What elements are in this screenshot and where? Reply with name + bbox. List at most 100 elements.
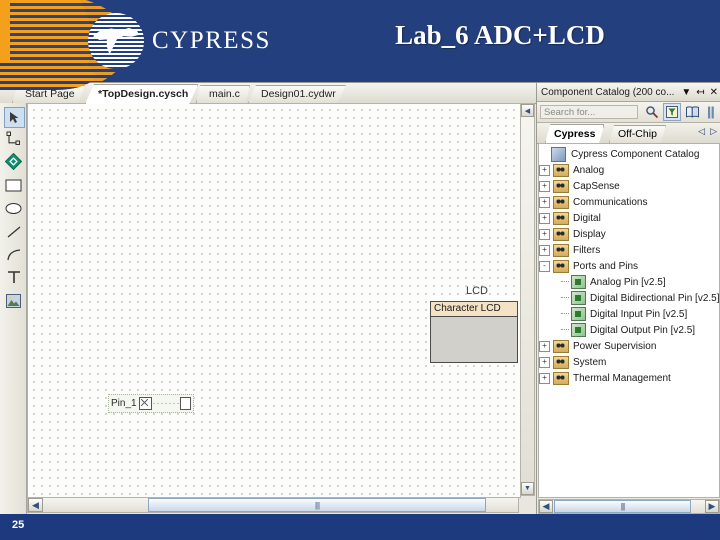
folder-icon: [553, 163, 569, 177]
folder-icon: [553, 339, 569, 353]
expander-icon[interactable]: +: [539, 196, 550, 208]
tree-line: [561, 329, 569, 331]
tree-item-label: Ports and Pins: [573, 260, 639, 272]
expander-icon[interactable]: +: [539, 180, 550, 192]
tree-item-label: Thermal Management: [573, 372, 671, 384]
arc-tool-button[interactable]: [4, 245, 23, 264]
tree-item-label: System: [573, 356, 607, 368]
tab-cypress[interactable]: Cypress: [545, 124, 605, 143]
rectangle-tool-button[interactable]: [4, 176, 23, 195]
component-tool-button[interactable]: [4, 152, 23, 171]
tree-item-label: Cypress Component Catalog: [571, 148, 700, 160]
catalog-hscroll-right-button[interactable]: ▶: [705, 500, 719, 513]
schematic-canvas[interactable]: LCD Character LCD Pin_1: [27, 103, 521, 498]
component-tree[interactable]: Cypress Component Catalog + Analog + Cap…: [538, 143, 720, 498]
slide-footer: 25: [0, 514, 720, 540]
expander-icon[interactable]: +: [539, 340, 550, 352]
hscroll-left-button[interactable]: ◀: [28, 498, 43, 512]
cypress-swoosh-icon: [93, 27, 139, 55]
page-title: Lab_6 ADC+LCD: [395, 20, 605, 50]
expander-icon[interactable]: +: [539, 372, 550, 384]
expander-icon[interactable]: -: [539, 260, 550, 272]
tree-item-filters[interactable]: + Filters: [539, 242, 719, 258]
pin-1-label: Pin_1: [111, 398, 137, 409]
expander-icon[interactable]: +: [539, 356, 550, 368]
catalog-hscroll-thumb[interactable]: ||||: [554, 500, 691, 513]
list-icon[interactable]: [703, 104, 719, 120]
lcd-instance-label: LCD: [466, 285, 489, 297]
search-icon[interactable]: [644, 104, 660, 120]
tab-design01-cydwr[interactable]: Design01.cydwr: [248, 85, 346, 103]
tree-item-label: Filters: [573, 244, 601, 256]
schematic-toolbar: [0, 103, 27, 515]
chevron-down-icon: ▼: [524, 485, 531, 492]
line-tool-button[interactable]: [4, 222, 23, 241]
catalog-hscrollbar[interactable]: ◀ |||| ▶: [538, 499, 720, 514]
tree-item-digital[interactable]: + Digital: [539, 210, 719, 226]
character-lcd-component[interactable]: Character LCD: [430, 301, 518, 363]
vscroll-down-button[interactable]: ▼: [521, 482, 534, 495]
tree-item-digital-input-pin[interactable]: Digital Input Pin [v2.5]: [539, 306, 719, 322]
expander-icon[interactable]: +: [539, 212, 550, 224]
tab-next-icon[interactable]: ▷: [710, 126, 717, 137]
vscroll-up-button[interactable]: ◀: [521, 104, 534, 117]
catalog-root-icon: [551, 146, 566, 162]
scroll-grip-icon: ||||: [314, 500, 320, 510]
chevron-left-icon: ◀: [542, 501, 550, 511]
pin-window-icon[interactable]: ↤: [696, 87, 704, 98]
component-catalog-panel: Component Catalog (200 co... ▼ ↤ ✕ Searc…: [536, 83, 720, 515]
filter-icon[interactable]: [663, 103, 681, 121]
tree-item-capsense[interactable]: + CapSense: [539, 178, 719, 194]
tree-item-label: CapSense: [573, 180, 620, 192]
ellipse-icon: [5, 202, 22, 215]
catalog-hscroll-left-button[interactable]: ◀: [539, 500, 553, 513]
pin-terminal-icon: [179, 397, 191, 410]
tree-item-label: Digital: [573, 212, 601, 224]
tab-off-chip[interactable]: Off-Chip: [609, 125, 666, 143]
tree-item-digital-bidirectional-pin[interactable]: Digital Bidirectional Pin [v2.5]: [539, 290, 719, 306]
tree-item-display[interactable]: + Display: [539, 226, 719, 242]
expander-icon[interactable]: +: [539, 164, 550, 176]
close-icon[interactable]: ✕: [710, 87, 718, 98]
tree-item-root[interactable]: Cypress Component Catalog: [539, 146, 719, 162]
canvas-vscrollbar[interactable]: ◀ ▼: [520, 103, 535, 496]
rectangle-icon: [5, 179, 22, 192]
expander-icon[interactable]: +: [539, 244, 550, 256]
tree-line: [561, 297, 569, 299]
image-tool-button[interactable]: [4, 291, 23, 310]
slide-root: CYPRESS Lab_6 ADC+LCD Start Page *TopDes…: [0, 0, 720, 540]
canvas-hscrollbar[interactable]: ◀ ||||: [27, 497, 519, 513]
tree-item-digital-output-pin[interactable]: Digital Output Pin [v2.5]: [539, 322, 719, 338]
folder-icon: [553, 227, 569, 241]
tab-topdesign[interactable]: *TopDesign.cysch: [85, 84, 199, 104]
tree-item-thermal-management[interactable]: + Thermal Management: [539, 370, 719, 386]
tree-item-system[interactable]: + System: [539, 354, 719, 370]
tree-item-analog-pin[interactable]: Analog Pin [v2.5]: [539, 274, 719, 290]
psoc-creator-window: Start Page *TopDesign.cysch main.c Desig…: [0, 82, 720, 515]
tree-item-power-supervision[interactable]: + Power Supervision: [539, 338, 719, 354]
hscroll-thumb[interactable]: ||||: [148, 498, 486, 512]
tree-item-communications[interactable]: + Communications: [539, 194, 719, 210]
wire-icon: [6, 131, 21, 146]
arc-icon: [6, 248, 22, 262]
tree-item-label: Digital Bidirectional Pin [v2.5]: [590, 292, 720, 304]
tree-line: [561, 281, 569, 283]
select-tool-button[interactable]: [4, 107, 25, 128]
search-input[interactable]: Search for...: [540, 105, 638, 119]
tab-main-c[interactable]: main.c: [196, 85, 250, 103]
tree-item-ports-and-pins[interactable]: - Ports and Pins: [539, 258, 719, 274]
expander-icon[interactable]: +: [539, 228, 550, 240]
tab-prev-icon[interactable]: ◁: [698, 126, 705, 137]
tree-item-label: Analog: [573, 164, 605, 176]
text-tool-button[interactable]: [4, 268, 23, 287]
chevron-down-icon[interactable]: ▼: [681, 87, 691, 98]
folder-icon: [553, 211, 569, 225]
book-icon[interactable]: [684, 104, 700, 120]
picture-icon: [6, 293, 21, 308]
tree-item-analog[interactable]: + Analog: [539, 162, 719, 178]
pin-component-icon: [571, 275, 586, 289]
wire-tool-button[interactable]: [4, 129, 23, 148]
component-catalog-title: Component Catalog (200 co...: [541, 86, 675, 98]
pin-1-component[interactable]: Pin_1: [108, 394, 194, 413]
ellipse-tool-button[interactable]: [4, 199, 23, 218]
